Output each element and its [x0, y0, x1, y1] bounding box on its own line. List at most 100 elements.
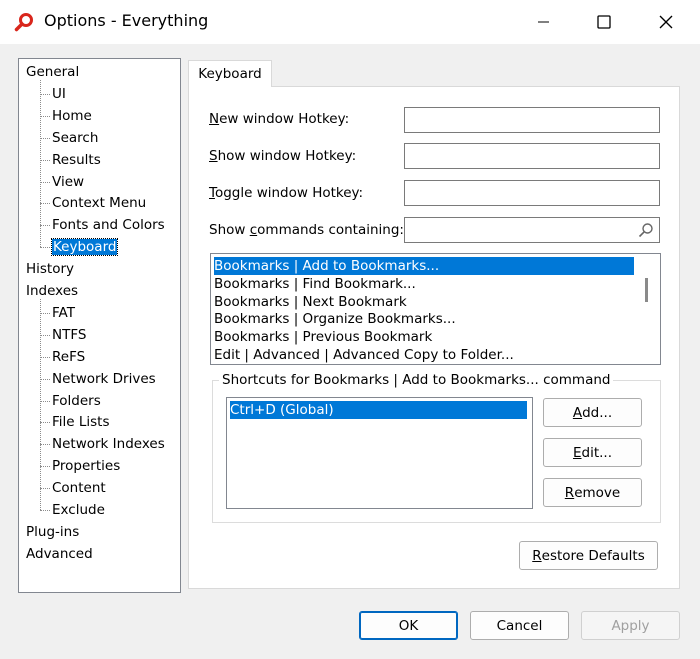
ok-button[interactable]: OK [359, 611, 458, 640]
tree-item-label: Results [52, 151, 101, 168]
command-item[interactable]: Edit | Advanced | Advanced Copy to Folde… [214, 346, 514, 364]
toggle-window-hotkey-input[interactable] [404, 180, 660, 206]
everything-app-icon [14, 12, 34, 32]
command-item[interactable]: Bookmarks | Organize Bookmarks... [214, 310, 456, 328]
tree-item-label: FAT [52, 304, 75, 321]
tree-item-label: File Lists [52, 414, 110, 431]
tree-connector [40, 334, 50, 336]
tree-item-label: History [26, 261, 75, 278]
tree-item-label: UI [52, 85, 66, 102]
tree-item-general[interactable]: General [26, 62, 79, 82]
tree-item-label: Fonts and Colors [52, 217, 165, 234]
tree-connector [40, 510, 50, 511]
tree-item-fat[interactable]: FAT [52, 303, 75, 323]
tree-item-folders[interactable]: Folders [52, 391, 101, 411]
tree-item-content[interactable]: Content [52, 478, 106, 498]
edit-shortcut-button[interactable]: Edit... [543, 438, 642, 467]
tree-item-label: ReFS [52, 348, 86, 365]
tree-connector [40, 80, 41, 248]
tree-connector [40, 422, 50, 424]
tree-item-label: Network Indexes [52, 436, 165, 453]
tree-connector [40, 137, 50, 139]
tree-connector [40, 159, 50, 161]
command-item[interactable]: Bookmarks | Previous Bookmark [214, 328, 432, 346]
tree-item-label: View [52, 173, 85, 190]
commands-list[interactable]: Bookmarks | Add to Bookmarks... Bookmarks… [210, 253, 661, 365]
tree-item-context-menu[interactable]: Context Menu [52, 193, 146, 213]
restore-defaults-button[interactable]: Restore Defaults [519, 541, 658, 570]
tree-connector [40, 378, 50, 380]
new-window-hotkey-label: New window Hotkey: [209, 111, 350, 127]
tree-item-label: Plug-ins [26, 523, 80, 540]
command-search-input[interactable] [404, 217, 660, 243]
tree-item-network-indexes[interactable]: Network Indexes [52, 434, 165, 454]
show-window-hotkey-input[interactable] [404, 143, 660, 169]
toggle-window-hotkey-label: Toggle window Hotkey: [209, 185, 364, 201]
close-icon [659, 15, 673, 29]
minimize-button[interactable] [521, 0, 567, 44]
command-item[interactable]: Bookmarks | Find Bookmark... [214, 275, 416, 293]
tree-item-history[interactable]: History [26, 259, 74, 279]
tree-item-label: Network Drives [52, 370, 156, 387]
tree-connector [40, 181, 50, 183]
tree-connector [40, 247, 50, 249]
tree-connector [40, 203, 50, 205]
shortcut-item[interactable]: Ctrl+D (Global) [230, 401, 527, 419]
tab-keyboard[interactable]: Keyboard [188, 60, 272, 87]
tree-connector [40, 225, 50, 227]
tree-item-refs[interactable]: ReFS [52, 347, 85, 367]
tree-item-label: NTFS [52, 326, 87, 343]
search-icon [638, 222, 654, 242]
tree-item-label: Context Menu [52, 195, 147, 212]
show-window-hotkey-label: Show window Hotkey: [209, 148, 357, 164]
window-title: Options - Everything [44, 11, 209, 30]
close-button[interactable] [643, 0, 689, 44]
tree-item-label: Advanced [26, 545, 93, 562]
tree-item-indexes[interactable]: Indexes [26, 281, 78, 301]
command-item[interactable]: Bookmarks | Next Bookmark [214, 293, 407, 311]
apply-button[interactable]: Apply [581, 611, 680, 640]
tree-connector [40, 356, 50, 358]
tree-item-label: Keyboard [50, 238, 119, 257]
cancel-button[interactable]: Cancel [470, 611, 569, 640]
tree-connector [40, 400, 50, 402]
tree-connector [40, 444, 50, 446]
shortcuts-list[interactable]: Ctrl+D (Global) [226, 397, 533, 509]
tree-item-ntfs[interactable]: NTFS [52, 325, 86, 345]
options-tree[interactable]: General UI Home Search Results View Context Me… [18, 58, 181, 593]
tree-item-results[interactable]: Results [52, 150, 101, 170]
tree-connector [40, 115, 50, 117]
command-item[interactable]: Bookmarks | Add to Bookmarks... [214, 257, 634, 275]
tree-item-file-lists[interactable]: File Lists [52, 412, 110, 432]
tree-item-advanced[interactable]: Advanced [26, 544, 93, 564]
tree-item-fonts-and-colors[interactable]: Fonts and Colors [52, 215, 165, 235]
minimize-icon [538, 21, 549, 23]
tree-item-home[interactable]: Home [52, 106, 92, 126]
tree-item-search[interactable]: Search [52, 128, 98, 148]
commands-scrollbar[interactable] [645, 278, 648, 302]
shortcuts-group-title: Shortcuts for Bookmarks | Add to Bookmar… [219, 372, 614, 388]
tree-item-network-drives[interactable]: Network Drives [52, 369, 156, 389]
tree-item-label: Content [52, 480, 106, 497]
tree-item-label: Home [52, 107, 92, 124]
tree-connector [40, 312, 50, 314]
tree-connector [40, 299, 41, 510]
tree-item-label: Exclude [52, 502, 105, 518]
tree-item-ui[interactable]: UI [52, 84, 66, 104]
tree-item-keyboard[interactable]: Keyboard [50, 237, 119, 257]
show-commands-label: Show commands containing: [209, 222, 404, 238]
tree-item-label: Indexes [26, 283, 79, 299]
tree-item-view[interactable]: View [52, 172, 84, 192]
new-window-hotkey-input[interactable] [404, 107, 660, 133]
tree-connector [40, 93, 50, 95]
tree-connector [40, 488, 50, 490]
tree-item-plug-ins[interactable]: Plug-ins [26, 522, 79, 542]
remove-shortcut-button[interactable]: Remove [543, 478, 642, 507]
tree-item-exclude[interactable]: Exclude [52, 500, 105, 520]
tree-item-label: Search [52, 129, 99, 146]
tree-item-label: General [26, 64, 80, 80]
maximize-button[interactable] [581, 0, 627, 44]
tree-item-properties[interactable]: Properties [52, 456, 120, 476]
add-shortcut-button[interactable]: Add... [543, 398, 642, 427]
tree-item-label: Folders [52, 392, 101, 409]
